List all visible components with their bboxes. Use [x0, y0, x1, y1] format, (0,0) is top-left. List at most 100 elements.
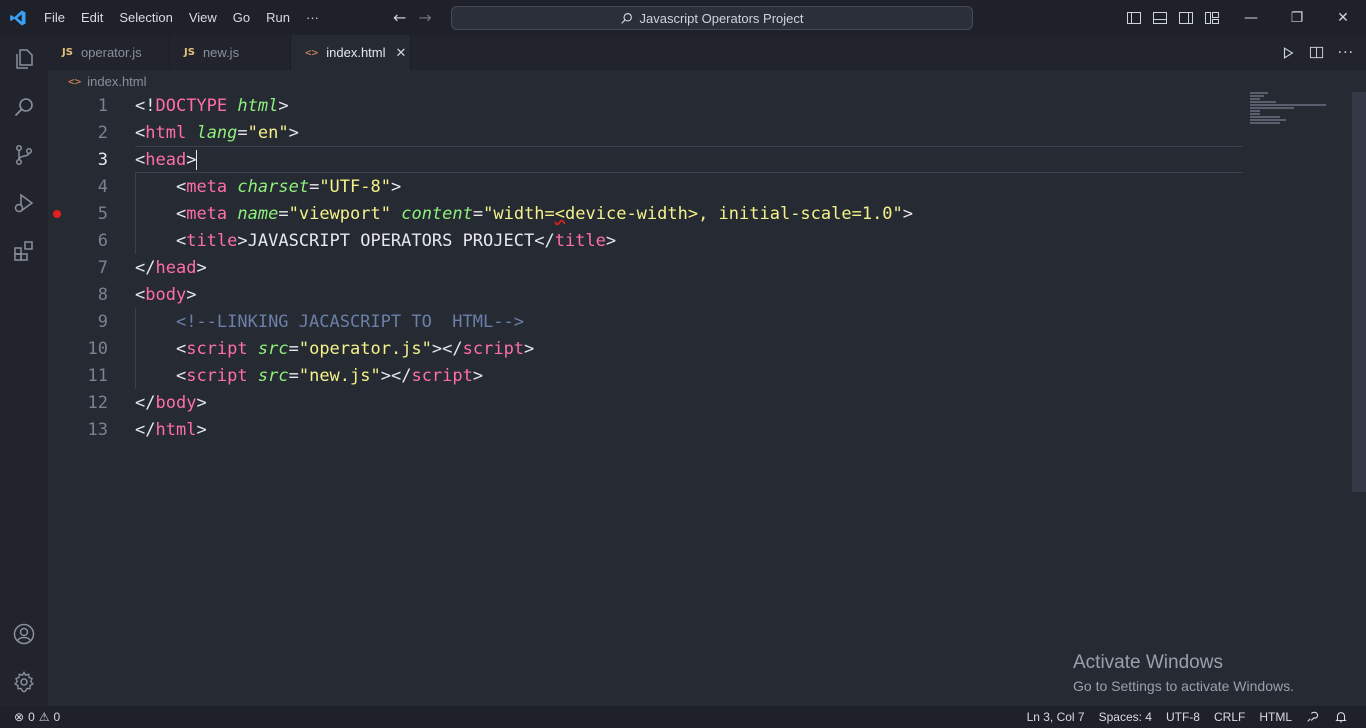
- line-number: 2: [97, 122, 108, 143]
- code-line: 13 </html>: [48, 416, 1243, 443]
- search-icon[interactable]: [0, 83, 48, 131]
- line-number: 7: [97, 257, 108, 278]
- status-bar: ⊗ 0 ⚠ 0 Ln 3, Col 7 Spaces: 4 UTF-8 CRLF…: [0, 706, 1366, 728]
- command-center-search[interactable]: Javascript Operators Project: [451, 6, 973, 30]
- tab-label: operator.js: [80, 45, 142, 60]
- code-editor[interactable]: 1 <!DOCTYPE html> 2 <html lang="en"> 3 <…: [48, 92, 1348, 706]
- code-line: 6 <title>JAVASCRIPT OPERATORS PROJECT</t…: [48, 227, 1243, 254]
- settings-gear-icon[interactable]: [0, 658, 48, 706]
- tab-label: index.html: [326, 45, 386, 60]
- code-line: 11 <script src="new.js"></script>: [48, 362, 1243, 389]
- code-line: 1 <!DOCTYPE html>: [48, 92, 1243, 119]
- title-bar: File Edit Selection View Go Run ··· ← → …: [0, 0, 1366, 35]
- html-file-icon: <>: [68, 74, 82, 88]
- menu-more[interactable]: ···: [298, 0, 327, 35]
- activity-bar: [0, 35, 48, 706]
- explorer-icon[interactable]: [0, 35, 48, 83]
- notifications-bell-icon[interactable]: [1334, 710, 1348, 724]
- watermark-title: Activate Windows: [1073, 652, 1223, 673]
- tab-new-js[interactable]: JS new.js: [170, 35, 291, 70]
- code-text: <meta charset="UTF-8">: [175, 176, 402, 197]
- forward-arrow-icon[interactable]: →: [418, 8, 431, 27]
- code-text: </head>: [135, 257, 207, 278]
- line-number: 4: [97, 176, 108, 197]
- extensions-icon[interactable]: [0, 227, 48, 275]
- line-number: 3: [97, 149, 108, 170]
- menu-selection[interactable]: Selection: [111, 0, 180, 35]
- code-line: 7 </head>: [48, 254, 1243, 281]
- code-line: 12 </body>: [48, 389, 1243, 416]
- editor-scrollbar[interactable]: [1352, 92, 1366, 492]
- vscode-logo-icon[interactable]: [0, 0, 36, 35]
- tab-label: new.js: [202, 45, 240, 60]
- feedback-icon[interactable]: [1306, 710, 1320, 724]
- line-number: 1: [97, 95, 108, 116]
- code-line: 9 <!--LINKING JACASCRIPT TO HTML-->: [48, 308, 1243, 335]
- code-text: <title>JAVASCRIPT OPERATORS PROJECT</tit…: [175, 230, 617, 251]
- run-file-icon[interactable]: [1281, 46, 1295, 60]
- customize-layout-icon[interactable]: [1204, 10, 1220, 26]
- code-text: <meta name="viewport" content="width=<de…: [175, 203, 914, 224]
- code-line: 4 <meta charset="UTF-8">: [48, 173, 1243, 200]
- minimap[interactable]: [1250, 92, 1330, 124]
- toggle-primary-sidebar-icon[interactable]: [1126, 10, 1142, 26]
- language-mode[interactable]: HTML: [1259, 710, 1292, 724]
- code-line: 8 <body>: [48, 281, 1243, 308]
- close-tab-icon[interactable]: ✕: [396, 45, 407, 61]
- code-line: 2 <html lang="en">: [48, 119, 1243, 146]
- html-file-icon: <>: [305, 46, 319, 59]
- minimize-icon[interactable]: —: [1228, 0, 1274, 35]
- breadcrumb[interactable]: <> index.html: [68, 70, 147, 92]
- problems-indicator[interactable]: ⊗ 0 ⚠ 0: [0, 710, 60, 724]
- tab-index-html[interactable]: <> index.html ✕: [291, 35, 411, 70]
- line-number: 12: [87, 392, 108, 413]
- code-text: <!--LINKING JACASCRIPT TO HTML-->: [175, 311, 524, 332]
- code-text: </html>: [135, 419, 207, 440]
- line-number: 5: [97, 203, 108, 224]
- error-icon: ⊗: [14, 710, 25, 724]
- menu-run[interactable]: Run: [258, 0, 298, 35]
- code-text: <html lang="en">: [135, 122, 299, 143]
- search-icon: [621, 12, 633, 24]
- line-number: 8: [97, 284, 108, 305]
- restore-icon[interactable]: ❐: [1274, 0, 1320, 35]
- text-cursor: [196, 149, 198, 170]
- editor-tab-bar: JS operator.js JS new.js <> index.html ✕…: [48, 35, 1366, 70]
- split-editor-icon[interactable]: [1309, 45, 1324, 60]
- menu-file[interactable]: File: [36, 0, 73, 35]
- run-debug-icon[interactable]: [0, 179, 48, 227]
- breadcrumb-file[interactable]: index.html: [87, 74, 146, 89]
- toggle-panel-icon[interactable]: [1152, 10, 1168, 26]
- close-window-icon[interactable]: ✕: [1320, 0, 1366, 35]
- indentation[interactable]: Spaces: 4: [1099, 710, 1152, 724]
- menu-edit[interactable]: Edit: [73, 0, 111, 35]
- code-text: <head>: [135, 149, 198, 170]
- end-of-line[interactable]: CRLF: [1214, 710, 1245, 724]
- line-number: 10: [87, 338, 108, 359]
- tab-operator-js[interactable]: JS operator.js: [48, 35, 170, 70]
- search-text: Javascript Operators Project: [639, 10, 804, 26]
- line-number: 11: [87, 365, 108, 386]
- js-file-icon: JS: [184, 47, 195, 58]
- line-number: 6: [97, 230, 108, 251]
- error-count: 0: [28, 710, 35, 724]
- code-text: <body>: [135, 284, 197, 305]
- menu-go[interactable]: Go: [225, 0, 258, 35]
- menu-view[interactable]: View: [181, 0, 225, 35]
- accounts-icon[interactable]: [0, 610, 48, 658]
- toggle-secondary-sidebar-icon[interactable]: [1178, 10, 1194, 26]
- warning-count: 0: [53, 710, 61, 724]
- encoding[interactable]: UTF-8: [1166, 710, 1200, 724]
- back-arrow-icon[interactable]: ←: [393, 8, 406, 27]
- more-actions-icon[interactable]: ···: [1338, 45, 1354, 61]
- line-number: 13: [87, 419, 108, 440]
- source-control-icon[interactable]: [0, 131, 48, 179]
- code-line: 3 <head>: [48, 146, 1243, 173]
- line-number: 9: [97, 311, 108, 332]
- cursor-position[interactable]: Ln 3, Col 7: [1027, 710, 1085, 724]
- js-file-icon: JS: [62, 47, 73, 58]
- code-line: 5 <meta name="viewport" content="width=<…: [48, 200, 1243, 227]
- code-line: 10 <script src="operator.js"></script>: [48, 335, 1243, 362]
- code-text: <!DOCTYPE html>: [135, 95, 289, 116]
- code-text: </body>: [135, 392, 207, 413]
